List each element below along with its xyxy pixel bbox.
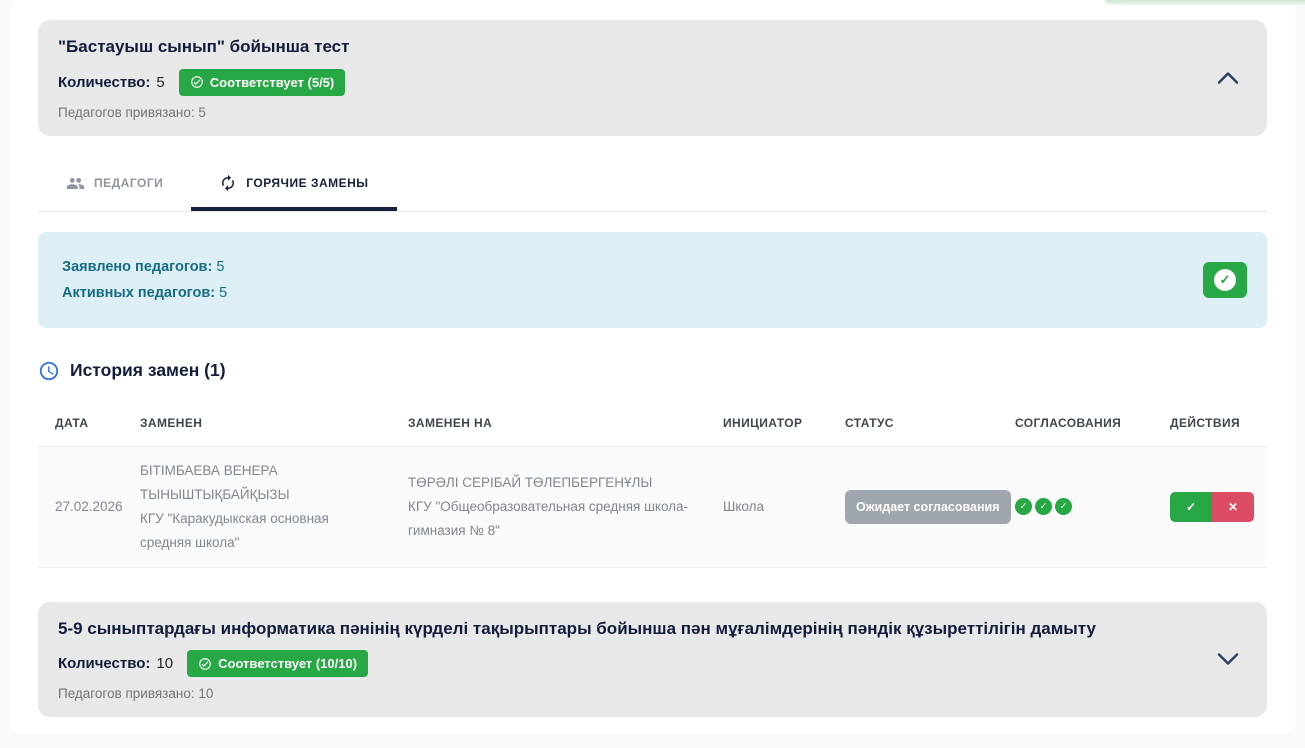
cell-initiator: Школа (723, 495, 845, 519)
col-header-actions: ДЕЙСТВИЯ (1170, 416, 1250, 430)
chevron-up-icon (1217, 71, 1239, 84)
approve-all-button[interactable]: ✓ (1203, 262, 1247, 298)
sync-icon (219, 174, 237, 192)
quantity-label: Количество: (58, 74, 150, 91)
tab-teachers[interactable]: ПЕДАГОГИ (38, 160, 191, 211)
check-circle-icon (198, 657, 212, 671)
declared-teachers-label: Заявлено педагогов: (62, 259, 212, 275)
compliance-badge: Соответствует (5/5) (179, 69, 345, 96)
collapse-card-button[interactable] (1213, 67, 1243, 88)
compliance-badge-2: Соответствует (10/10) (187, 650, 368, 677)
active-teachers-value: 5 (219, 285, 227, 301)
tab-bar: ПЕДАГОГИ ГОРЯЧИЕ ЗАМЕНЫ (38, 160, 1267, 212)
check-circle-icon (190, 75, 204, 89)
main-panel: "Бастауыш сынып" бойынша тест Количество… (10, 0, 1295, 733)
col-header-status: СТАТУС (845, 416, 1015, 430)
quantity-value-2: 10 (156, 655, 173, 672)
cell-status: Ожидает согласования (845, 490, 1015, 524)
quantity-label-2: Количество: (58, 655, 150, 672)
reject-swap-button[interactable]: ✕ (1212, 492, 1254, 522)
cell-approvals: ✓ ✓✓ (1015, 498, 1170, 515)
declared-teachers-line: Заявлено педагогов: 5 (62, 254, 1243, 280)
tab-hot-swaps-label: ГОРЯЧИЕ ЗАМЕНЫ (246, 176, 368, 190)
cell-actions: ✓ ✕ (1170, 492, 1278, 522)
cell-replaced: БІТІМБАЕВА ВЕНЕРА ТЫНЫШТЫҚБАЙҚЫЗЫ КГУ "К… (140, 459, 408, 555)
course-card-bottom: 5-9 сыныптардағы информатика пәнінің күр… (38, 602, 1267, 718)
col-header-replaced: ЗАМЕНЕН (140, 416, 408, 430)
people-icon (66, 174, 85, 193)
approval-check-icon: ✓ (1015, 498, 1032, 515)
replacement-name: ТӨРӘЛІ СЕРІБАЙ ТӨЛЕПБЕРГЕНҰЛЫ (408, 471, 699, 495)
replaced-name: БІТІМБАЕВА ВЕНЕРА ТЫНЫШТЫҚБАЙҚЫЗЫ (140, 459, 384, 507)
col-header-initiator: ИНИЦИАТОР (723, 416, 845, 430)
cell-date: 27.02.2026 (55, 495, 140, 519)
summary-box: Заявлено педагогов: 5 Активных педагогов… (38, 232, 1267, 328)
toast-edge (1105, 0, 1305, 5)
approval-check-icon: ✓ (1055, 498, 1072, 515)
course-title: "Бастауыш сынып" бойынша тест (58, 35, 1245, 60)
history-title: История замен (1) (70, 360, 226, 381)
col-header-replacement: ЗАМЕНЕН НА (408, 416, 723, 430)
tab-hot-swaps[interactable]: ГОРЯЧИЕ ЗАМЕНЫ (191, 160, 396, 211)
active-teachers-line: Активных педагогов: 5 (62, 280, 1243, 306)
course-card-top: "Бастауыш сынып" бойынша тест Количество… (38, 20, 1267, 136)
compliance-badge-label: Соответствует (5/5) (210, 75, 334, 90)
tab-teachers-label: ПЕДАГОГИ (94, 176, 163, 190)
expand-card-button[interactable] (1213, 649, 1243, 670)
table-header: ДАТА ЗАМЕНЕН ЗАМЕНЕН НА ИНИЦИАТОР СТАТУС… (38, 400, 1267, 446)
approvals-group: ✓ ✓✓ (1015, 498, 1146, 515)
approve-swap-button[interactable]: ✓ (1170, 492, 1212, 522)
history-heading: История замен (1) (38, 360, 1267, 382)
status-badge: Ожидает согласования (845, 490, 1011, 524)
approval-check-icon: ✓ (1035, 498, 1052, 515)
chevron-down-icon (1217, 653, 1239, 666)
course-title-2: 5-9 сыныптардағы информатика пәнінің күр… (58, 617, 1245, 642)
clock-icon (38, 360, 60, 382)
compliance-badge-2-label: Соответствует (10/10) (218, 656, 357, 671)
quantity-value: 5 (156, 74, 164, 91)
replaced-school: КГУ "Каракудыкская основная средняя школ… (140, 507, 384, 555)
table-row: 27.02.2026 БІТІМБАЕВА ВЕНЕРА ТЫНЫШТЫҚБАЙ… (38, 446, 1267, 568)
replacement-school: КГУ "Общеобразовательная средняя школа-г… (408, 495, 699, 543)
declared-teachers-value: 5 (216, 259, 224, 275)
col-header-date: ДАТА (55, 416, 140, 430)
col-header-approvals: СОГЛАСОВАНИЯ (1015, 416, 1170, 430)
active-teachers-label: Активных педагогов: (62, 285, 215, 301)
teachers-bound-text-2: Педагогов привязано: 10 (58, 686, 1245, 701)
teachers-bound-text: Педагогов привязано: 5 (58, 105, 1245, 120)
cell-replacement: ТӨРӘЛІ СЕРІБАЙ ТӨЛЕПБЕРГЕНҰЛЫ КГУ "Общео… (408, 471, 723, 543)
action-buttons: ✓ ✕ (1170, 492, 1254, 522)
check-icon: ✓ (1214, 269, 1236, 291)
